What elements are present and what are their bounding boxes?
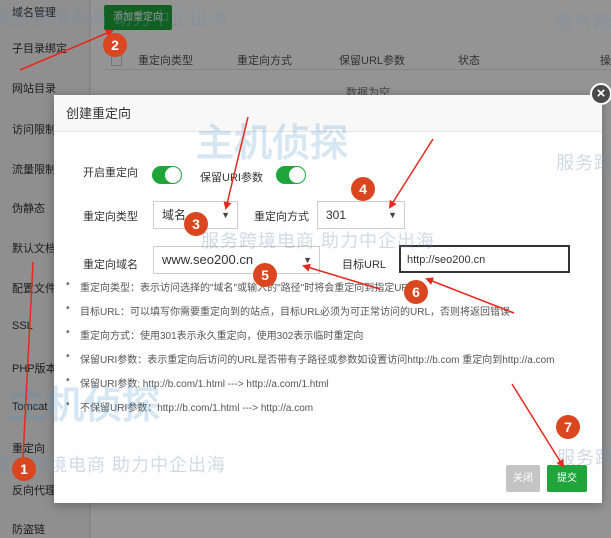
tip-redirect-method: 重定向方式：使用301表示永久重定向，使用302表示临时重定向 <box>66 327 363 342</box>
target-url-label: 目标URL <box>342 259 387 271</box>
step-marker-3: 3 <box>184 212 208 236</box>
keep-params-toggle[interactable] <box>276 166 306 184</box>
watermark-brand-bottom: 主机侦探 <box>8 385 161 427</box>
watermark-brand-top: 主机侦探 <box>196 123 349 165</box>
step-marker-7: 7 <box>556 415 580 439</box>
tip-redirect-type: 重定向类型：表示访问选择的"域名"或输入的"路径"时将会重定向到指定URL <box>66 279 414 294</box>
redirect-method-label: 重定向方式 <box>254 211 309 223</box>
watermark-service-mid: 服务跨 <box>556 153 611 173</box>
step-marker-6: 6 <box>404 280 428 304</box>
redirect-type-value: 域名 <box>162 208 187 222</box>
watermark-slogan-top: 服务跨境电商 助力中企出海 <box>0 9 228 29</box>
watermark-corner-top: 服务跨 <box>555 12 611 32</box>
close-button[interactable]: 关闭 <box>506 465 540 492</box>
enable-redirect-label: 开启重定向 <box>83 167 138 179</box>
dialog-close-icon[interactable]: × <box>590 83 611 105</box>
redirect-method-select[interactable]: 301 ▼ <box>317 201 405 229</box>
tip-target-url: 目标URL：可以填写你需要重定向到的站点，目标URL必须为可正常访问的URL，否… <box>66 303 510 318</box>
step-marker-4: 4 <box>351 177 375 201</box>
chevron-down-icon: ▼ <box>221 210 230 220</box>
step-marker-1: 1 <box>12 457 36 481</box>
watermark-slogan-mid: 服务跨境电商 助力中企出海 <box>201 231 435 251</box>
redirect-domain-value: www.seo200.cn <box>162 252 254 267</box>
enable-redirect-toggle[interactable] <box>152 166 182 184</box>
chevron-down-icon: ▼ <box>388 210 397 220</box>
tip-keep-params: 保留URI参数：表示重定向后访问的URL是否带有子路径或参数如设置访问http:… <box>66 351 554 366</box>
redirect-domain-label: 重定向域名 <box>83 259 138 271</box>
step-marker-2: 2 <box>103 33 127 57</box>
redirect-method-value: 301 <box>326 208 347 222</box>
step-marker-5: 5 <box>253 263 277 287</box>
redirect-type-label: 重定向类型 <box>83 211 138 223</box>
watermark-service-bottom: 服务跨 <box>557 448 611 468</box>
keep-params-label: 保留URI参数 <box>200 172 263 184</box>
